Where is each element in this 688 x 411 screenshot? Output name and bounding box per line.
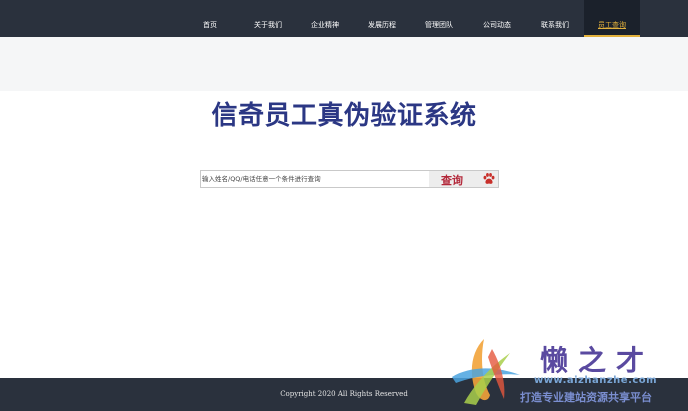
search-input[interactable] (201, 171, 430, 187)
banner-strip (0, 37, 688, 91)
nav-item-about-us[interactable]: 关于我们 (250, 0, 286, 37)
top-navigation-bar: 首页 关于我们 企业精神 发展历程 管理团队 公司动态 联系我们 员工查询 (0, 0, 688, 37)
paw-icon (483, 173, 495, 184)
page-title: 信奇员工真伪验证系统 (211, 101, 477, 131)
search-form: 查询 (200, 170, 499, 188)
watermark-url: www.aizhanzhe.com (534, 375, 658, 386)
watermark-brand: 懒之才 (540, 344, 655, 377)
search-button[interactable]: 查询 (429, 171, 498, 187)
nav-item-management-team[interactable]: 管理团队 (421, 0, 457, 37)
nav-item-home[interactable]: 首页 (196, 0, 224, 37)
watermark-slogan: 打造专业建站资源共享平台 (520, 391, 652, 404)
watermark: 懒之才 www.aizhanzhe.com 打造专业建站资源共享平台 (446, 337, 686, 407)
nav-item-company-news[interactable]: 公司动态 (479, 0, 515, 37)
watermark-logo-icon (452, 339, 520, 405)
nav-item-contact-us[interactable]: 联系我们 (537, 0, 573, 37)
nav-item-history[interactable]: 发展历程 (364, 0, 400, 37)
nav-item-corporate-spirit[interactable]: 企业精神 (307, 0, 343, 37)
search-button-label: 查询 (441, 174, 463, 187)
nav-item-employee-lookup[interactable]: 员工查询 (584, 0, 640, 37)
